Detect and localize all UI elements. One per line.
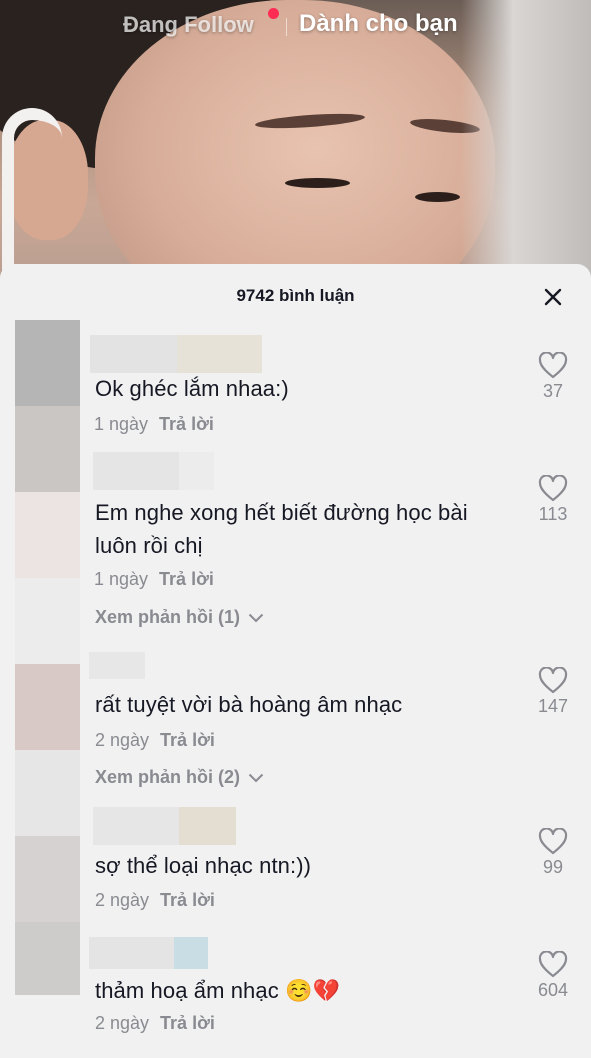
- notification-dot: [268, 8, 279, 19]
- heart-icon: [538, 951, 568, 978]
- reply-button[interactable]: Trả lời: [160, 1013, 215, 1033]
- close-icon: [544, 288, 562, 306]
- top-nav: Đang Follow Dành cho bạn: [0, 8, 591, 42]
- comment-text: Em nghe xong hết biết đường học bài luôn…: [95, 500, 468, 558]
- view-replies-button[interactable]: Xem phản hồi (1): [95, 607, 264, 628]
- avatar[interactable]: [15, 836, 80, 922]
- comment-meta: 2 ngày Trả lời: [95, 730, 215, 751]
- comment-text: rất tuyệt vời bà hoàng âm nhạc: [95, 692, 403, 717]
- comment-meta: 2 ngày Trả lời: [95, 890, 215, 911]
- close-button[interactable]: [540, 284, 566, 310]
- chevron-down-icon: [248, 613, 264, 622]
- avatar[interactable]: [15, 922, 80, 995]
- username-blurred[interactable]: [93, 807, 236, 845]
- like-count: 604: [537, 980, 569, 1000]
- heart-icon: [538, 667, 568, 694]
- reply-button[interactable]: Trả lời: [160, 890, 215, 910]
- like-count: 113: [538, 504, 568, 524]
- comment-text: thảm hoạ ẩm nhạc ☺️💔: [95, 978, 341, 1003]
- avatar[interactable]: [15, 750, 80, 836]
- view-replies-button[interactable]: Xem phản hồi (2): [95, 767, 264, 788]
- like-button[interactable]: 113: [530, 475, 576, 525]
- reply-button[interactable]: Trả lời: [159, 569, 214, 589]
- like-count: 37: [542, 381, 564, 401]
- reply-button[interactable]: Trả lời: [159, 414, 214, 434]
- comment-time: 2 ngày: [95, 730, 150, 750]
- chevron-down-icon: [248, 773, 264, 782]
- comment-time: 2 ngày: [95, 890, 150, 910]
- username-blurred[interactable]: [89, 652, 145, 690]
- avatar[interactable]: [15, 320, 80, 406]
- like-count: 99: [542, 857, 564, 877]
- avatar[interactable]: [15, 406, 80, 492]
- nav-divider: [286, 18, 287, 36]
- avatar[interactable]: [15, 492, 80, 578]
- heart-icon: [538, 475, 568, 502]
- comment-text: sợ thể loại nhạc ntn:)): [95, 853, 312, 878]
- heart-icon: [538, 352, 568, 379]
- comment-meta: 2 ngày Trả lời: [95, 1013, 215, 1034]
- comment-meta: 1 ngày Trả lời: [94, 569, 214, 590]
- video-eye: [415, 192, 460, 202]
- video-face: [95, 0, 495, 290]
- heart-icon: [538, 828, 568, 855]
- view-replies-label: Xem phản hồi (2): [95, 767, 241, 787]
- avatar[interactable]: [15, 664, 80, 750]
- like-button[interactable]: 99: [530, 828, 576, 878]
- video-background[interactable]: [0, 0, 591, 290]
- like-count: 147: [537, 696, 569, 716]
- username-blurred[interactable]: [90, 335, 262, 373]
- username-blurred[interactable]: [93, 452, 214, 490]
- comment-time: 1 ngày: [94, 569, 149, 589]
- tab-for-you[interactable]: Dành cho bạn: [299, 10, 458, 38]
- comment-meta: 1 ngày Trả lời: [94, 414, 214, 435]
- like-button[interactable]: 37: [530, 352, 576, 402]
- like-button[interactable]: 147: [530, 667, 576, 717]
- comment-time: 1 ngày: [94, 414, 149, 434]
- comment-time: 2 ngày: [95, 1013, 150, 1033]
- username-blurred[interactable]: [89, 937, 208, 975]
- tab-following[interactable]: Đang Follow: [123, 12, 254, 38]
- comment-text: Ok ghéc lắm nhaa:): [95, 376, 289, 401]
- avatar-column: [15, 320, 80, 995]
- video-background-scene: [461, 0, 591, 290]
- video-mask-strap: [2, 108, 62, 290]
- video-eye: [285, 178, 350, 188]
- view-replies-label: Xem phản hồi (1): [95, 607, 241, 627]
- reply-button[interactable]: Trả lời: [160, 730, 215, 750]
- like-button[interactable]: 604: [530, 951, 576, 1001]
- comments-count-title: 9742 bình luận: [236, 286, 355, 305]
- avatar[interactable]: [15, 578, 80, 664]
